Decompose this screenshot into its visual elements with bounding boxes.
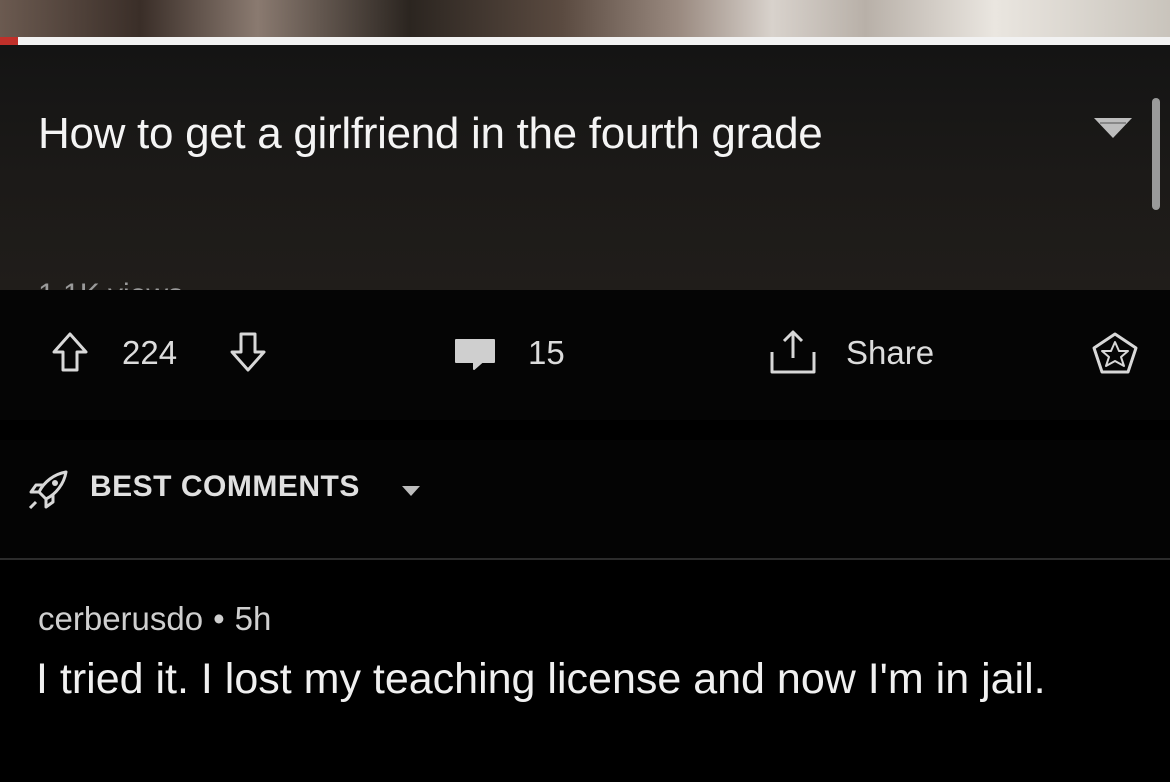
arrow-up-icon[interactable] bbox=[50, 330, 90, 374]
comment-bubble-icon[interactable] bbox=[452, 336, 498, 372]
rocket-icon bbox=[26, 468, 72, 512]
vote-score: 224 bbox=[122, 334, 178, 371]
comment-count[interactable]: 15 bbox=[528, 334, 565, 372]
comments-sort-label[interactable]: BEST COMMENTS bbox=[90, 470, 360, 504]
comment-body: I tried it. I lost my teaching license a… bbox=[36, 655, 1046, 703]
comment-meta: cerberusdo • 5h bbox=[38, 600, 271, 638]
scrollbar-thumb[interactable] bbox=[1152, 98, 1160, 210]
video-progress-bar[interactable] bbox=[0, 37, 1170, 45]
share-icon[interactable] bbox=[766, 328, 820, 378]
comment-username[interactable]: cerberusdo bbox=[38, 600, 203, 637]
video-progress-played bbox=[0, 37, 18, 45]
chevron-down-icon[interactable] bbox=[1090, 112, 1136, 142]
award-icon[interactable] bbox=[1090, 330, 1140, 376]
chevron-down-icon[interactable] bbox=[400, 484, 422, 498]
meta-separator: • bbox=[213, 600, 225, 637]
video-title: How to get a girlfriend in the fourth gr… bbox=[38, 109, 823, 158]
arrow-down-icon[interactable] bbox=[228, 330, 268, 374]
share-button[interactable]: Share bbox=[846, 334, 934, 372]
video-thumbnail[interactable] bbox=[0, 0, 1170, 38]
comment-age: 5h bbox=[234, 600, 272, 637]
divider bbox=[0, 558, 1170, 560]
